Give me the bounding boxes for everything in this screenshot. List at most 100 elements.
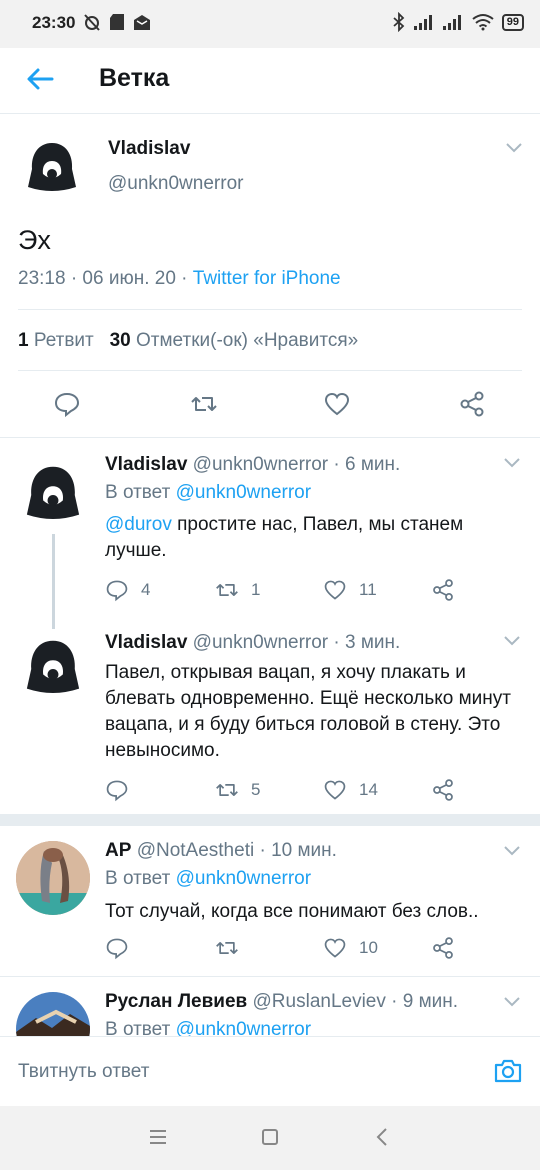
author-handle-time[interactable]: @RuslanLeviev · 9 мин. (253, 991, 459, 1012)
share-button[interactable] (431, 578, 455, 602)
likes-count[interactable]: 30 (110, 330, 131, 351)
status-notification-icons (82, 12, 152, 32)
bluetooth-icon (393, 12, 405, 32)
retweet-icon[interactable] (190, 390, 218, 418)
alarm-off-icon (84, 14, 100, 31)
battery-level: 99 (501, 13, 524, 31)
share-icon (433, 579, 453, 601)
avatar[interactable] (16, 458, 90, 532)
like-icon[interactable] (323, 390, 351, 418)
camera-icon[interactable] (492, 1055, 524, 1087)
retweet-button[interactable]: 1 (215, 578, 260, 602)
retweet-button[interactable] (215, 936, 251, 960)
chevron-down-icon[interactable] (502, 995, 522, 1009)
reply-tweet: AP @NotAesthetі · 10 мин. В ответ @unkn0… (0, 826, 540, 976)
reply-button[interactable] (105, 778, 141, 802)
in-reply-to: В ответ @unkn0wnerror (105, 482, 311, 504)
tweet-timestamp: 23:18 · 06 июн. 20 · (18, 268, 193, 289)
home-icon[interactable] (259, 1126, 281, 1148)
in-reply-label: В ответ (105, 868, 176, 889)
chevron-down-icon[interactable] (502, 844, 522, 858)
likes-label[interactable]: Отметки(-ок) «Нравится» (136, 330, 358, 351)
user-photo-icon (16, 992, 90, 1037)
back-arrow-icon[interactable] (24, 63, 56, 95)
author-name[interactable]: Руслан Левиев (105, 991, 247, 1012)
user-photo-icon (16, 841, 90, 915)
tweet-source-link[interactable]: Twitter for iPhone (193, 268, 341, 289)
page-title: Ветка (99, 64, 170, 92)
retweet-icon (216, 784, 238, 796)
tweet-actions (0, 385, 540, 425)
author-handle-time[interactable]: @unkn0wnerror · 6 мин. (193, 454, 401, 475)
reply-thread: Vladislav @unkn0wnerror · 6 мин. В ответ… (0, 438, 540, 814)
sd-card-icon (110, 14, 124, 30)
in-reply-label: В ответ (105, 1019, 176, 1037)
system-nav-bar (0, 1106, 540, 1170)
reply-actions: 5 14 (105, 778, 525, 806)
reply-button[interactable]: 4 (105, 578, 150, 602)
reply-text: Павел, открывая вацап, я хочу плакать и … (105, 662, 511, 761)
avatar[interactable] (18, 135, 86, 203)
mention-link[interactable]: @durov (105, 514, 172, 535)
reply-tweet: Руслан Левиев @RuslanLeviev · 9 мин. В о… (0, 977, 540, 1037)
avatar[interactable] (16, 632, 90, 706)
share-button[interactable] (431, 778, 455, 802)
reply-count: 4 (141, 580, 151, 599)
in-reply-link[interactable]: @unkn0wnerror (176, 482, 311, 503)
reply-button[interactable] (105, 936, 141, 960)
reply-icon (106, 580, 128, 602)
author-handle-time[interactable]: @NotAesthetі · 10 мин. (137, 840, 337, 861)
reply-input-placeholder[interactable]: Твитнуть ответ (18, 1061, 149, 1083)
author-name[interactable]: Vladislav (105, 632, 187, 653)
reply-header: Vladislav @unkn0wnerror · 3 мин. (105, 632, 400, 654)
author-name[interactable]: Vladislav (108, 138, 190, 160)
like-icon (324, 580, 346, 600)
like-icon (324, 780, 346, 800)
signal-2-icon (442, 15, 461, 30)
tweet-stats: 1 Ретвит 30 Отметки(-ок) «Нравится» (18, 330, 358, 352)
avatar[interactable] (16, 992, 90, 1037)
reply-icon (106, 938, 128, 960)
chevron-down-icon[interactable] (502, 634, 522, 648)
status-system-icons: 99 (392, 12, 524, 32)
like-button[interactable]: 14 (323, 778, 378, 802)
main-tweet: Vladislav @unkn0wnerror Эх 23:18 · 06 ию… (0, 115, 540, 437)
back-nav-icon[interactable] (372, 1126, 394, 1148)
hooded-figure-icon (28, 143, 76, 191)
in-reply-link[interactable]: @unkn0wnerror (176, 1019, 311, 1037)
author-name[interactable]: AP (105, 840, 131, 861)
share-icon[interactable] (458, 390, 486, 418)
reply-header: Vladislav @unkn0wnerror · 6 мин. (105, 454, 400, 476)
status-time: 23:30 (32, 13, 76, 32)
share-button[interactable] (431, 936, 455, 960)
section-divider (0, 814, 540, 826)
reply-text: @durov простите нас, Павел, мы станем лу… (105, 512, 525, 564)
tweet-text: Эх (18, 225, 51, 255)
menu-icon[interactable] (147, 1126, 169, 1148)
like-button[interactable]: 10 (323, 936, 378, 960)
reply-icon[interactable] (53, 390, 81, 418)
retweet-icon (216, 584, 238, 596)
tweet-meta: 23:18 · 06 июн. 20 · Twitter for iPhone (18, 268, 341, 290)
chevron-down-icon[interactable] (504, 141, 524, 155)
thread-header: Ветка (0, 48, 540, 114)
reply-header: Руслан Левиев @RuslanLeviev · 9 мин. (105, 991, 458, 1013)
author-handle-time[interactable]: @unkn0wnerror · 3 мин. (193, 632, 401, 653)
retweets-label[interactable]: Ретвит (34, 330, 94, 351)
in-reply-link[interactable]: @unkn0wnerror (176, 868, 311, 889)
author-handle[interactable]: @unkn0wnerror (108, 173, 243, 195)
chevron-down-icon[interactable] (502, 456, 522, 470)
divider (18, 309, 522, 310)
like-button[interactable]: 11 (323, 578, 377, 602)
avatar[interactable] (16, 841, 90, 915)
retweet-count: 1 (251, 580, 261, 599)
retweet-button[interactable]: 5 (215, 778, 260, 802)
author-name[interactable]: Vladislav (105, 454, 187, 475)
in-reply-to: В ответ @unkn0wnerror (105, 1019, 311, 1037)
reply-header: AP @NotAesthetі · 10 мин. (105, 840, 337, 862)
reply-composer[interactable]: Твитнуть ответ (0, 1036, 540, 1106)
in-reply-to: В ответ @unkn0wnerror (105, 868, 311, 890)
thread-line (52, 534, 55, 629)
share-icon (433, 937, 453, 959)
retweets-count[interactable]: 1 (18, 330, 29, 351)
